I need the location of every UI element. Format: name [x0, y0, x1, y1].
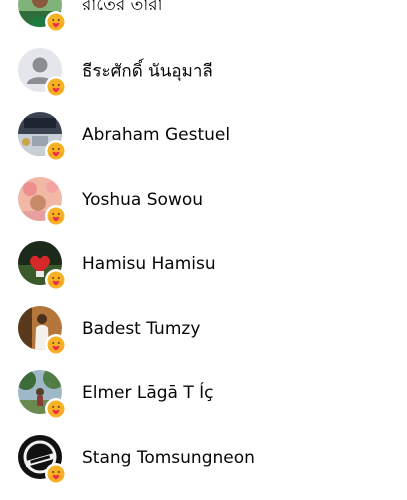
care-reaction-icon [45, 462, 67, 485]
reactor-name[interactable]: রাতের তারা [82, 0, 163, 20]
avatar[interactable] [18, 0, 67, 34]
list-item[interactable]: রাতের তারা [0, 0, 407, 39]
care-reaction-icon [45, 269, 67, 292]
reactor-name[interactable]: Yoshua Sowou [82, 190, 203, 210]
avatar[interactable] [18, 47, 67, 98]
care-reaction-icon [45, 333, 67, 356]
care-reaction-icon [45, 204, 67, 227]
care-reaction-icon [45, 398, 67, 421]
reactor-name[interactable]: Stang Tomsungneon [82, 448, 255, 468]
reactor-name[interactable]: Elmer Lāgā T Íç [82, 383, 214, 403]
avatar[interactable] [18, 241, 67, 292]
avatar[interactable] [18, 434, 67, 485]
list-item[interactable]: Badest Tumzy [0, 297, 407, 362]
list-item[interactable]: Yoshua Sowou [0, 168, 407, 233]
list-item[interactable]: Stang Tomsungneon [0, 426, 407, 491]
list-item[interactable]: Abraham Gestuel [0, 103, 407, 168]
avatar[interactable] [18, 176, 67, 227]
list-item[interactable]: Elmer Lāgā T Íç [0, 361, 407, 426]
avatar[interactable] [18, 305, 67, 356]
list-item[interactable]: Hamisu Hamisu [0, 232, 407, 297]
reactor-name[interactable]: Abraham Gestuel [82, 125, 230, 145]
care-reaction-icon [45, 75, 67, 98]
list-item[interactable]: ธีระศักดิ์ นันอุมาลี [0, 39, 407, 104]
care-reaction-icon [45, 11, 67, 34]
reactor-name[interactable]: Hamisu Hamisu [82, 254, 216, 274]
reactor-name[interactable]: ธีระศักดิ์ นันอุมาลี [82, 57, 213, 84]
care-reaction-icon [45, 140, 67, 163]
avatar[interactable] [18, 112, 67, 163]
reactions-list: রাতের তারা ธีระศักดิ์ นันอุมาลี Abraham … [0, 0, 407, 490]
avatar[interactable] [18, 370, 67, 421]
reactor-name[interactable]: Badest Tumzy [82, 319, 200, 339]
